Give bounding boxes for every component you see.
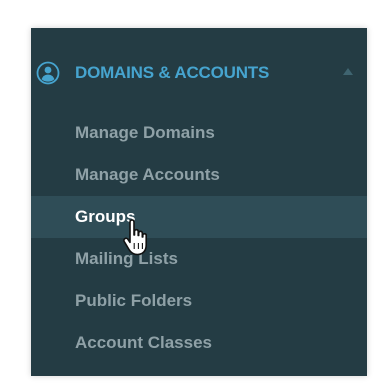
- sidebar-item-account-classes[interactable]: Account Classes: [31, 322, 367, 364]
- section-header-domains-accounts[interactable]: DOMAINS & ACCOUNTS: [31, 50, 367, 96]
- caret-up-icon[interactable]: [343, 68, 353, 75]
- section-title: DOMAINS & ACCOUNTS: [75, 63, 270, 82]
- sidebar-item-public-folders[interactable]: Public Folders: [31, 280, 367, 322]
- submenu-list: Manage Domains Manage Accounts Groups Ma…: [31, 112, 367, 364]
- screenshot-frame: DOMAINS & ACCOUNTS Manage Domains Manage…: [0, 0, 377, 389]
- sidebar-item-mailing-lists[interactable]: Mailing Lists: [31, 238, 367, 280]
- sidebar-panel: DOMAINS & ACCOUNTS Manage Domains Manage…: [31, 28, 367, 376]
- sidebar-item-manage-domains[interactable]: Manage Domains: [31, 112, 367, 154]
- user-circle-icon: [36, 61, 60, 85]
- sidebar-item-manage-accounts[interactable]: Manage Accounts: [31, 154, 367, 196]
- sidebar-item-groups[interactable]: Groups: [31, 196, 367, 238]
